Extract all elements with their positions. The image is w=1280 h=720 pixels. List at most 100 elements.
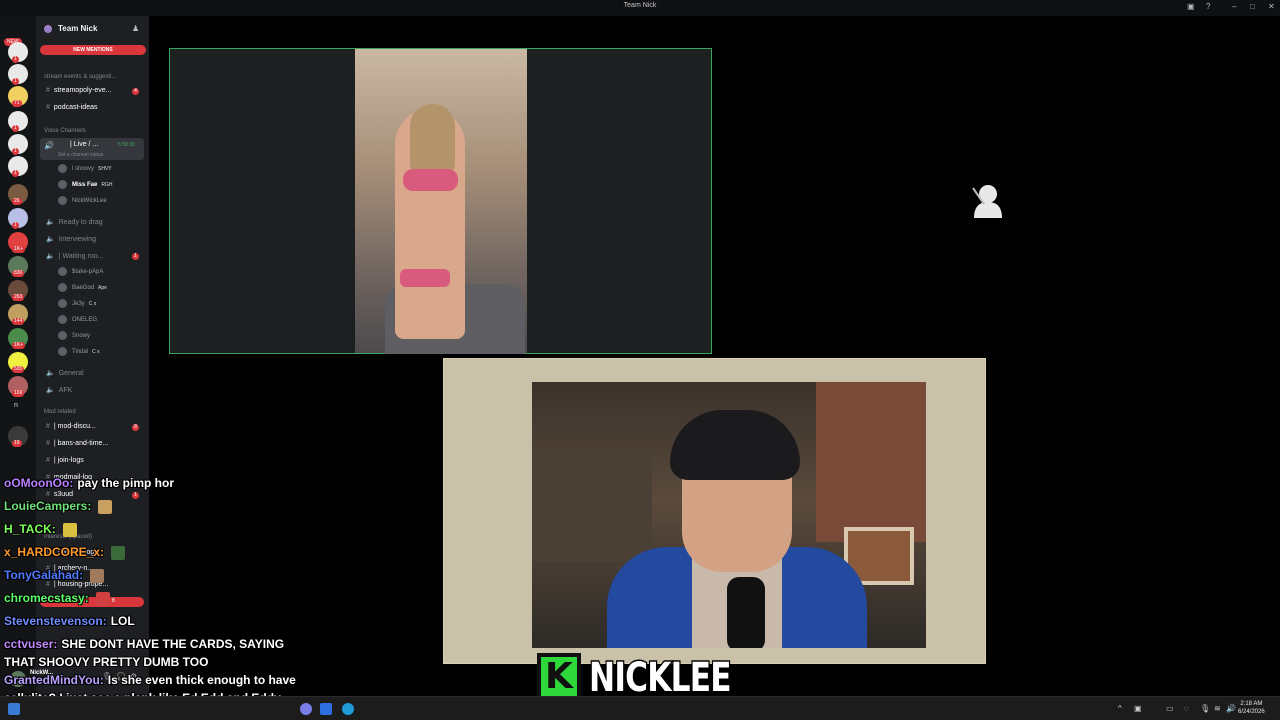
live-timer: 5:58:39 [118, 142, 135, 148]
user-tag: RGH [101, 182, 113, 189]
voice-user[interactable]: $take-pApA [58, 267, 103, 276]
browser-icon[interactable] [342, 703, 354, 715]
chat-message: GrantedMindYou: Is she even thick enough … [4, 673, 296, 688]
voice-user[interactable]: BaeGod Ape [58, 283, 107, 292]
emote-icon [62, 522, 77, 537]
hash-icon: # [46, 423, 50, 430]
chat-message: TonyGalahad: [4, 568, 105, 583]
server-badge: 1 [12, 125, 19, 132]
chat-username: LouieCampers: [4, 499, 92, 513]
new-mentions-banner[interactable]: NEW MENTIONS [40, 45, 146, 55]
mic-icon[interactable]: 🎙 [1200, 704, 1210, 713]
server-icon [44, 25, 52, 33]
server-badge: 71 [12, 100, 22, 107]
app-icon[interactable] [320, 703, 332, 715]
hash-icon: # [46, 87, 50, 94]
voice-channel[interactable]: 🔈 Ready to drag [46, 218, 103, 226]
video-tile-speaking[interactable] [169, 48, 712, 354]
inbox-icon[interactable]: ▣ [1187, 2, 1195, 11]
server-badge: 535 [12, 366, 25, 373]
category-voice[interactable]: Voice Channels [44, 128, 86, 134]
close-button[interactable]: ✕ [1268, 2, 1275, 11]
server-n[interactable]: n [14, 402, 18, 409]
text-channel[interactable]: # | mod-discu... [46, 423, 96, 430]
chat-username: Stevenstevenson: [4, 614, 107, 628]
chat-username: x_HARDCORE_x: [4, 545, 105, 559]
voice-channel[interactable]: 🔈 Interviewing [46, 235, 96, 243]
tray-app-icon[interactable]: ▭ [1166, 704, 1174, 713]
volume-icon[interactable]: 🔊 [1226, 704, 1236, 713]
avatar [58, 347, 67, 356]
chat-username: oOMoonOo: [4, 476, 74, 490]
chat-text: THAT SHOOVY PRETTY DUMB TOO [4, 655, 209, 669]
server-badge: 1 [12, 78, 19, 85]
voice-user[interactable]: Miss Fae RGH [58, 180, 112, 189]
chat-username: GrantedMindYou: [4, 673, 104, 687]
voice-user[interactable]: Tindal C x [58, 347, 100, 356]
voice-channel[interactable]: 🔈 | Waiting roo... [46, 252, 103, 260]
chat-message: chromecstasy: [4, 591, 110, 606]
wifi-icon[interactable]: ≋ [1214, 704, 1221, 713]
speaker-icon: 🔈 [46, 253, 55, 260]
avatar [58, 283, 67, 292]
category-stream[interactable]: stream events & suggesti... [44, 74, 116, 80]
chat-username: cctvuser: [4, 637, 58, 651]
user-tag: SHVY [98, 166, 112, 173]
voice-user[interactable]: Je3y C x [58, 299, 96, 308]
chevron-up-icon[interactable]: ^ [1118, 704, 1122, 713]
system-clock[interactable]: 2:18 AM 6/24/2026 [1238, 700, 1265, 716]
video-tile-host[interactable] [443, 358, 986, 664]
channel-name: s3uud [53, 491, 73, 498]
guild-name[interactable]: Team Nick [58, 24, 97, 33]
app-icon[interactable] [300, 703, 312, 715]
maximize-button[interactable]: □ [1250, 2, 1255, 11]
user-tag: Ape [98, 285, 107, 292]
voice-user-name: ONELEG [72, 317, 98, 324]
channel-status[interactable]: Set a channel status [58, 152, 103, 158]
server-badge: 19 [12, 440, 22, 447]
voice-user[interactable]: Snowy [58, 331, 90, 340]
chat-message: cctvuser: SHE DONT HAVE THE CARDS, SAYING [4, 637, 284, 652]
voice-afk[interactable]: 🔈 AFK [46, 386, 72, 394]
voice-general[interactable]: 🔈 General [46, 369, 84, 377]
chat-username: H_TACK: [4, 522, 56, 536]
mention-badge: 1 [132, 492, 139, 499]
add-user-icon[interactable]: ♟ [132, 24, 139, 33]
mention-badge: 1 [132, 253, 139, 260]
minimize-button[interactable]: – [1232, 2, 1236, 11]
user-avatar-icon[interactable] [970, 182, 1006, 220]
logo-letter: K [541, 657, 577, 697]
text-channel[interactable]: # s3uud [46, 491, 73, 498]
text-channel[interactable]: # | bans-and-time... [46, 440, 108, 447]
help-icon[interactable]: ? [1206, 2, 1210, 11]
chat-username: TonyGalahad: [4, 568, 84, 582]
user-tag: C x [92, 349, 100, 356]
mention-badge: 8 [132, 424, 139, 431]
voice-user-name: BaeGod [72, 285, 95, 292]
avatar [58, 315, 67, 324]
voice-user-name: Miss Fae [72, 182, 98, 189]
swimsuit-top-shape [403, 169, 458, 191]
category-mod[interactable]: Mod related [44, 409, 76, 415]
window-title: Team Nick [623, 2, 657, 9]
text-channel[interactable]: # | join-logs [46, 457, 84, 464]
tray-app-icon[interactable]: ◌ [1184, 704, 1189, 713]
chat-message: oOMoonOo: pay the pimp hor [4, 476, 174, 491]
voice-user-name: $take-pApA [72, 269, 104, 276]
channel-podcast-ideas[interactable]: # podcast-ideas [46, 104, 98, 111]
speaker-icon: 🔊 [44, 141, 54, 150]
tray-app-icon[interactable]: ▣ [1134, 704, 1142, 713]
voice-user[interactable]: ONELEG [58, 315, 97, 324]
channel-streamopoly[interactable]: # streamopoly-eve... [46, 87, 112, 94]
microphone-shape [727, 577, 765, 648]
voice-user-name: l shoovy [72, 166, 95, 173]
server-badge: 144 [12, 318, 25, 325]
mention-badge: 4 [132, 88, 139, 95]
voice-user[interactable]: NickWickLee [58, 196, 107, 205]
windows-start-icon[interactable] [8, 703, 20, 715]
hash-icon: # [46, 491, 50, 498]
voice-live-channel[interactable]: 🔊 | Live / ... 5:58:39 Set a channel sta… [40, 138, 144, 160]
server-badge: 1 [12, 56, 19, 63]
voice-user[interactable]: l shoovy SHVY [58, 164, 112, 173]
chat-username: chromecstasy: [4, 591, 89, 605]
